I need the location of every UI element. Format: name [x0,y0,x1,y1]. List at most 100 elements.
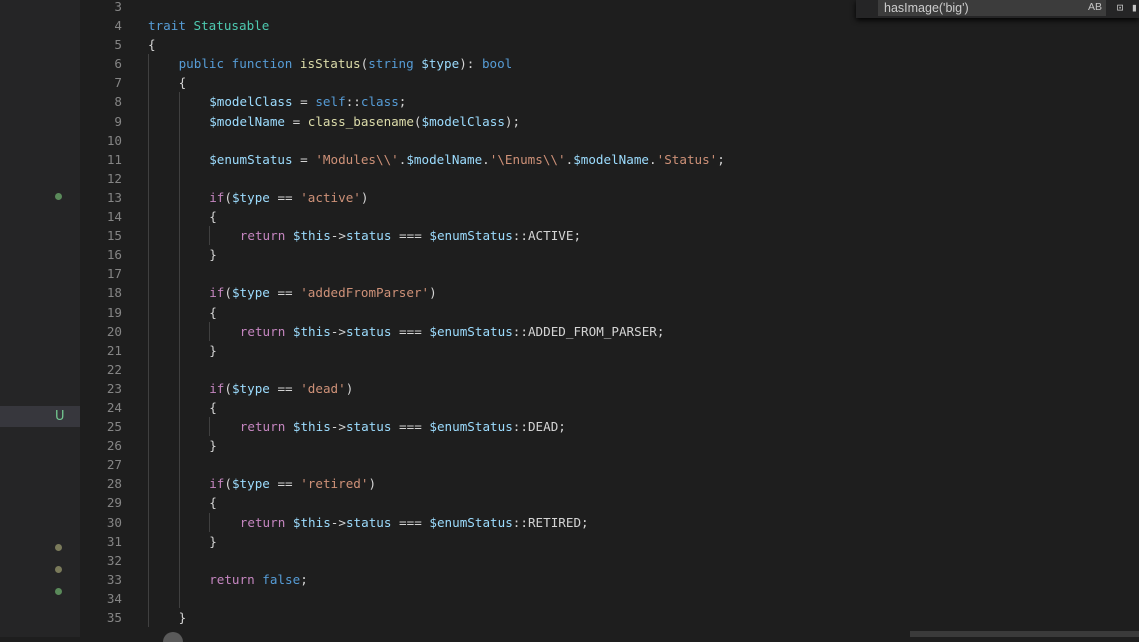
code-token: { [178,75,187,91]
code-text[interactable]: } [209,436,217,455]
line-number: 34 [106,590,122,606]
code-text[interactable]: { [209,207,217,226]
code-line[interactable]: 28 if($type == 'retired') [80,474,1139,494]
code-line[interactable]: 13 if($type == 'active') [80,187,1139,208]
code-line[interactable]: 23 if($type == 'dead') [80,378,1139,398]
code-token: -> [330,419,346,435]
code-line[interactable]: 9 $modelName = class_basename($modelClass… [80,111,1139,131]
moved-dot-icon[interactable] [55,544,62,551]
code-token: } [209,438,217,454]
code-editor[interactable]: 3 4 trait Statusable 5{6 public function isS… [80,0,1139,637]
indent-guide [148,321,149,341]
code-line[interactable]: 20 return $this->status === $enumStatus::… [80,321,1139,341]
indent-guide [148,54,149,74]
code-token: ::ADDED_FROM_PARSER; [512,323,665,339]
horizontal-scroll-thumb[interactable] [910,631,1139,637]
code-text[interactable]: return $this->status === $enumStatus::DE… [240,417,566,436]
code-line[interactable]: 27 [80,455,1139,475]
code-text[interactable]: { [209,303,217,322]
indent-guide [148,340,149,360]
indent-guide [178,264,180,284]
code-text[interactable]: $enumStatus = 'Modules\\'.$modelName.'\E… [209,150,725,169]
code-line[interactable]: 6 public function isStatus(string $type):… [80,54,1139,74]
code-line[interactable]: 32 [80,550,1139,570]
line-number: 29 [106,495,122,511]
find-input[interactable]: hasImage('big') [878,0,1106,16]
code-line[interactable]: 17 [80,264,1139,284]
code-line[interactable]: 22 [80,359,1139,379]
code-line[interactable]: 12 [80,168,1139,188]
code-token: class [360,94,399,110]
code-line[interactable]: 19 { [80,302,1139,322]
code-text[interactable]: return $this->status === $enumStatus::AD… [240,322,665,341]
code-text[interactable]: if($type == 'active') [209,188,368,207]
line-number: 11 [106,151,122,167]
code-line[interactable]: 18 if($type == 'addedFromParser') [80,283,1139,303]
code-line[interactable]: 25 return $this->status === $enumStatus::… [80,417,1139,437]
code-line[interactable]: 4 trait Statusable [80,16,1139,35]
code-token: isStatus [299,56,361,72]
code-token: ( [224,285,232,301]
code-line[interactable]: 21} [80,340,1139,360]
word-icon[interactable]: ▮ [1131,1,1139,14]
code-line[interactable]: 35} [80,608,1139,628]
code-text[interactable]: public function isStatus(string $type): … [179,54,513,73]
code-token: ) [368,476,377,492]
code-line[interactable]: 29 { [80,493,1139,513]
code-text[interactable]: } [209,532,217,551]
code-line[interactable]: 5{ [80,35,1139,54]
code-token: $modelClass [421,113,505,129]
line-number: 15 [106,228,122,244]
moved-dot-icon[interactable] [55,566,62,573]
code-text[interactable]: } [179,608,187,627]
code-token: false [262,571,301,587]
code-token: return [239,228,293,244]
code-token: -> [330,514,346,530]
line-number: 17 [106,266,122,282]
code-line[interactable]: 16} [80,245,1139,265]
code-text[interactable]: return $this->status === $enumStatus::AC… [240,226,581,245]
regex-icon[interactable]: ⊡ [1114,1,1126,14]
code-line[interactable]: 24 { [80,397,1139,418]
code-text[interactable]: return false; [209,570,308,589]
code-token: $this [292,514,331,530]
code-text[interactable]: return $this->status === $enumStatus::RE… [240,513,589,532]
indent-guide [178,187,180,208]
code-line[interactable]: 31} [80,531,1139,551]
code-text[interactable]: { [209,398,217,417]
match-case-toggle[interactable]: AB [1088,0,1102,16]
code-token: ( [224,476,232,492]
code-text[interactable]: if($type == 'dead') [209,379,353,398]
code-text[interactable]: { [148,35,156,54]
code-line[interactable]: 26} [80,436,1139,456]
code-text[interactable]: if($type == 'retired') [209,474,376,493]
code-line[interactable]: 11 $enumStatus = 'Modules\\'.$modelName.'… [80,149,1139,169]
code-lines[interactable]: 3 4 trait Statusable 5{6 public function isS… [80,0,1139,628]
code-line[interactable]: 10 [80,130,1139,150]
code-text[interactable]: { [209,493,217,512]
code-line[interactable]: 33 return false; [80,569,1139,589]
untracked-file-row[interactable] [0,406,80,427]
code-text[interactable]: trait Statusable [148,16,269,35]
code-text[interactable]: { [179,73,187,92]
code-token: $this [292,228,331,244]
code-line[interactable]: 34 [80,588,1139,608]
indent-guide [178,130,180,150]
code-token: . [482,151,490,167]
code-line[interactable]: 30 return $this->status === $enumStatus::… [80,512,1139,532]
code-line[interactable]: 8 $modelClass = self::class; [80,92,1139,112]
modified-dot-icon[interactable] [55,588,62,595]
code-text[interactable]: $modelName = class_basename($modelClass)… [209,112,520,131]
code-token: == [269,189,301,205]
code-line[interactable]: 15 return $this->status === $enumStatus::… [80,226,1139,246]
code-text[interactable]: $modelClass = self::class; [209,92,406,111]
code-token: string [368,56,422,72]
code-line[interactable]: 7{ [80,73,1139,93]
code-text[interactable]: if($type == 'addedFromParser') [209,283,437,302]
code-text[interactable]: } [209,341,217,360]
modified-dot-icon[interactable] [55,193,62,200]
code-token: == [269,285,301,301]
code-line[interactable]: 14 { [80,207,1139,227]
code-text[interactable]: } [209,245,217,264]
line-number: 21 [106,342,122,358]
